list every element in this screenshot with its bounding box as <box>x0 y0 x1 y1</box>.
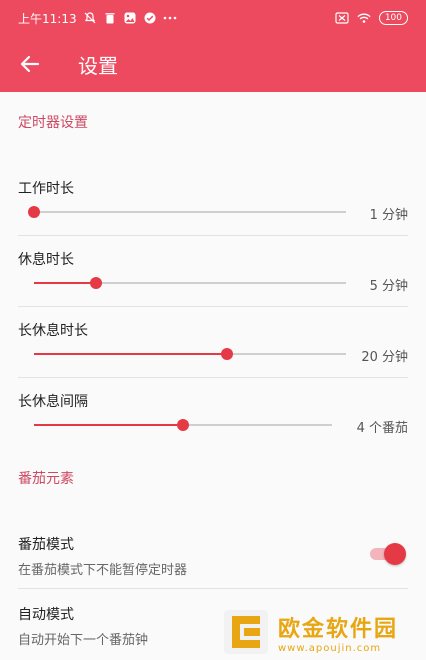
setting-title: 番茄模式 <box>18 537 74 553</box>
status-time: 上午11:13 <box>18 11 77 26</box>
setting-label: 长休息时长 <box>18 323 88 339</box>
settings-screen: 上午11:13 100 设置 定时器设置 工作时长 1 分钟 休息时长 5 分钟… <box>0 0 426 660</box>
toggle-thumb <box>384 543 406 565</box>
setting-long-break-duration: 长休息时长 20 分钟 <box>0 312 426 378</box>
setting-tomato-mode[interactable]: 番茄模式 在番茄模式下不能暂停定时器 <box>0 526 426 589</box>
slider-fill <box>34 282 97 284</box>
watermark-logo: 欧金软件园 www.apoujin.com <box>222 604 426 660</box>
break-duration-slider[interactable] <box>34 273 346 293</box>
divider <box>18 235 408 236</box>
long-break-duration-value: 20 分钟 <box>361 350 408 365</box>
arrow-left-icon <box>20 55 40 73</box>
setting-label: 工作时长 <box>18 181 74 197</box>
setting-label: 长休息间隔 <box>18 394 88 410</box>
app-bar: 设置 <box>0 36 426 92</box>
slider-thumb[interactable] <box>221 348 234 360</box>
setting-subtitle: 自动开始下一个番茄钟 <box>18 633 149 648</box>
long-break-duration-slider[interactable] <box>34 344 346 364</box>
section-header-timer: 定时器设置 <box>18 115 88 131</box>
slider-fill <box>34 424 183 426</box>
slider-track <box>34 211 346 213</box>
check-circle-icon <box>143 11 157 25</box>
setting-long-break-interval: 长休息间隔 4 个番茄 <box>0 383 426 449</box>
setting-subtitle: 在番茄模式下不能暂停定时器 <box>18 563 188 578</box>
work-duration-slider[interactable] <box>28 202 346 222</box>
watermark-title: 欧金软件园 <box>278 616 399 642</box>
divider <box>18 306 408 307</box>
divider <box>18 588 408 589</box>
slider-fill <box>34 353 228 355</box>
battery-indicator: 100 <box>378 11 408 25</box>
break-duration-value: 5 分钟 <box>369 279 408 294</box>
setting-title: 自动模式 <box>18 607 74 623</box>
setting-label: 休息时长 <box>18 252 74 268</box>
long-break-interval-slider[interactable] <box>34 415 332 435</box>
more-dots-icon <box>163 11 177 25</box>
setting-break-duration: 休息时长 5 分钟 <box>0 241 426 307</box>
long-break-interval-value: 4 个番茄 <box>356 421 408 436</box>
slider-thumb[interactable] <box>177 419 189 431</box>
divider <box>18 377 408 378</box>
site-logo-icon <box>224 610 268 654</box>
work-duration-value: 1 分钟 <box>369 208 408 223</box>
watermark-url: www.apoujin.com <box>278 642 382 654</box>
trash-icon <box>103 11 117 25</box>
wifi-icon <box>357 11 371 25</box>
back-button[interactable] <box>0 36 60 92</box>
setting-work-duration: 工作时长 1 分钟 <box>0 170 426 236</box>
slider-thumb[interactable] <box>90 277 103 289</box>
page-title: 设置 <box>78 53 118 78</box>
status-bar: 上午11:13 100 <box>0 0 426 36</box>
gallery-icon <box>123 11 137 25</box>
sim-off-icon <box>335 11 349 25</box>
slider-thumb[interactable] <box>28 206 40 218</box>
notifications-off-icon <box>83 11 97 25</box>
tomato-mode-toggle[interactable] <box>368 542 408 566</box>
section-header-tomato: 番茄元素 <box>18 471 74 487</box>
